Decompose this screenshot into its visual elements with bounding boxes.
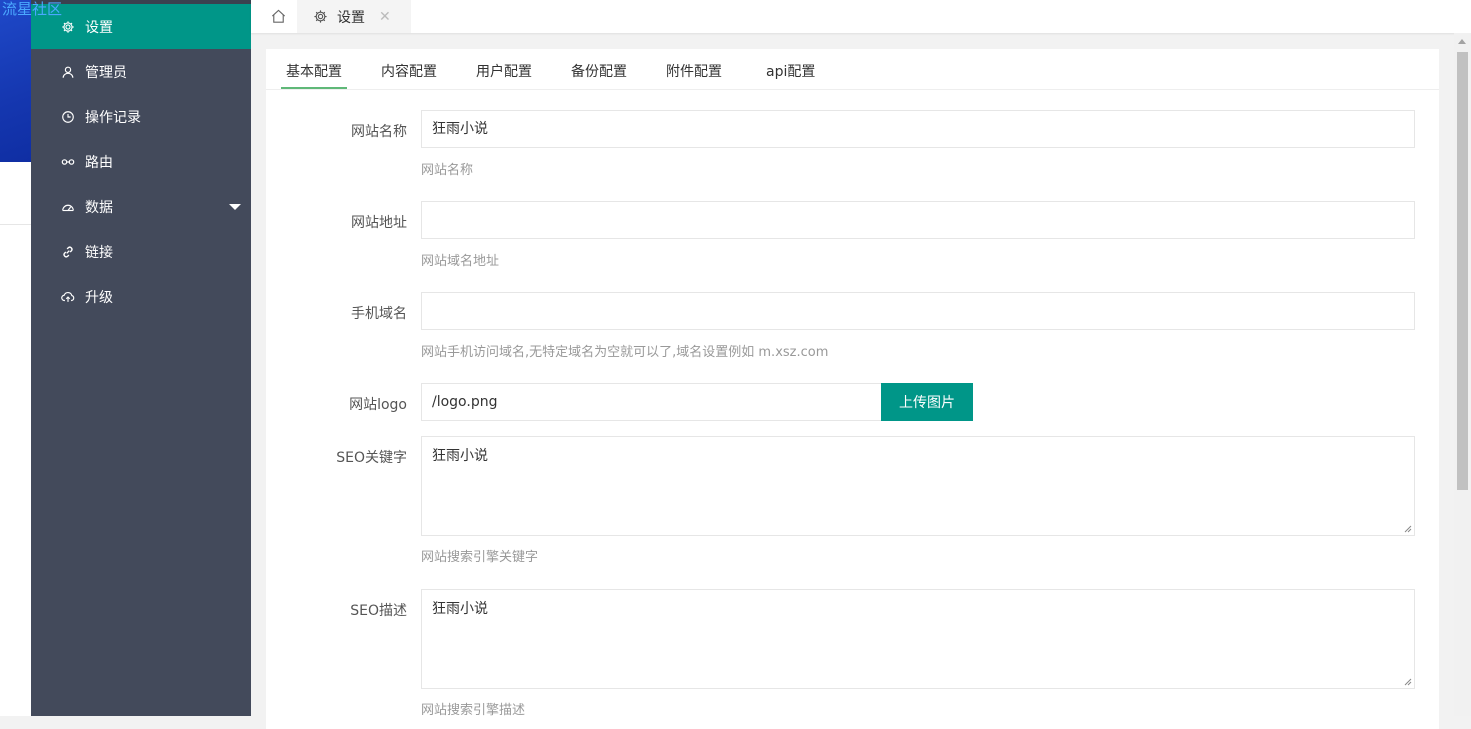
site-url-label: 网站地址 [351, 215, 407, 231]
main-area: 设置 ✕ 基本配置 内容配置 用户配置 备份配置 附件配置 api配置 网站名称… [251, 0, 1471, 729]
site-name-label: 网站名称 [351, 124, 407, 140]
seo-description-hint: 网站搜索引擎描述 [421, 703, 526, 718]
background-strip [0, 0, 31, 716]
site-name-input[interactable]: 狂雨小说 [421, 110, 1415, 148]
settings-card: 基本配置 内容配置 用户配置 备份配置 附件配置 api配置 网站名称 狂雨小说… [266, 49, 1439, 729]
upload-image-button[interactable]: 上传图片 [881, 383, 973, 421]
dashboard-icon [61, 200, 75, 214]
scrollbar-thumb[interactable] [1457, 52, 1468, 490]
sidebar-item-label: 操作记录 [85, 109, 141, 126]
seo-keywords-value: 狂雨小说 [432, 448, 488, 464]
seo-description-label: SEO描述 [350, 603, 407, 619]
link-icon [61, 245, 75, 259]
divider [0, 224, 31, 225]
mobile-domain-input[interactable] [421, 292, 1415, 330]
tab-settings[interactable]: 设置 ✕ [297, 0, 411, 33]
sidebar-item-links[interactable]: 链接 [31, 229, 251, 274]
cloud-upload-icon [61, 290, 75, 304]
gear-icon [61, 20, 75, 34]
mobile-domain-label: 手机域名 [351, 306, 407, 322]
tab-backup-config[interactable]: 备份配置 [571, 61, 627, 81]
scroll-up-arrow-icon[interactable] [1458, 39, 1466, 44]
sidebar-item-label: 升级 [85, 289, 113, 306]
tab-basic-config[interactable]: 基本配置 [286, 61, 342, 81]
sidebar-item-settings[interactable]: 设置 [31, 4, 251, 49]
site-url-hint: 网站域名地址 [421, 254, 500, 269]
sidebar-item-label: 设置 [85, 19, 113, 36]
seo-description-textarea[interactable]: 狂雨小说 [421, 589, 1415, 689]
resize-grip-icon[interactable] [1404, 525, 1412, 533]
tab-content-config[interactable]: 内容配置 [381, 61, 437, 81]
sidebar-item-label: 路由 [85, 154, 113, 171]
home-icon [271, 9, 285, 23]
active-tab-underline [281, 87, 347, 89]
site-name-hint: 网站名称 [421, 163, 474, 178]
tab-settings-label: 设置 [337, 9, 365, 26]
seo-description-value: 狂雨小说 [432, 601, 488, 617]
home-tab[interactable] [259, 0, 297, 33]
watermark-text: 流星社区 [2, 0, 63, 18]
tab-user-config[interactable]: 用户配置 [476, 61, 532, 81]
config-tabs: 基本配置 内容配置 用户配置 备份配置 附件配置 api配置 [266, 49, 1439, 90]
sidebar-item-upgrade[interactable]: 升级 [31, 274, 251, 319]
caret-down-icon [229, 204, 241, 210]
page-tabbar: 设置 ✕ [251, 0, 1471, 33]
tab-api-config[interactable]: api配置 [766, 61, 815, 81]
sidebar-item-data[interactable]: 数据 [31, 184, 251, 229]
user-icon [61, 65, 75, 79]
close-icon[interactable]: ✕ [379, 9, 391, 25]
sidebar-item-label: 数据 [85, 199, 113, 216]
route-icon [61, 155, 75, 169]
mobile-domain-hint: 网站手机访问域名,无特定域名为空就可以了,域名设置例如 m.xsz.com [421, 345, 829, 360]
gear-icon [314, 10, 327, 23]
site-url-input[interactable] [421, 201, 1415, 239]
resize-grip-icon[interactable] [1404, 678, 1412, 686]
site-logo-label: 网站logo [349, 397, 407, 413]
sidebar-item-label: 链接 [85, 244, 113, 261]
sidebar-item-label: 管理员 [85, 64, 127, 81]
site-logo-input[interactable]: /logo.png [421, 383, 882, 421]
tab-attachment-config[interactable]: 附件配置 [666, 61, 722, 81]
seo-keywords-hint: 网站搜索引擎关键字 [421, 550, 539, 565]
sidebar-item-admins[interactable]: 管理员 [31, 49, 251, 94]
sidebar: 设置 管理员 操作记录 路由 数据 链接 升级 [31, 0, 251, 716]
vertical-scrollbar[interactable] [1454, 33, 1471, 716]
seo-keywords-label: SEO关键字 [336, 450, 407, 466]
sidebar-item-routes[interactable]: 路由 [31, 139, 251, 184]
seo-keywords-textarea[interactable]: 狂雨小说 [421, 436, 1415, 536]
sidebar-item-logs[interactable]: 操作记录 [31, 94, 251, 139]
background-banner [0, 0, 31, 162]
clock-icon [61, 110, 75, 124]
